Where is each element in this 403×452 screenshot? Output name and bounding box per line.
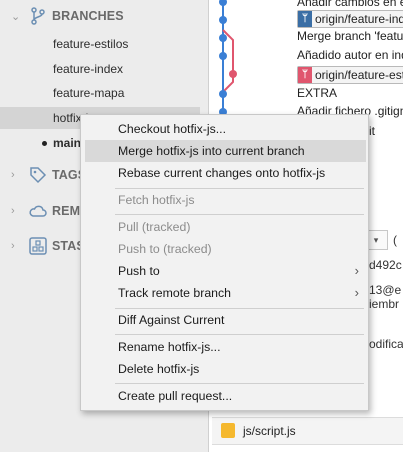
branch-item-feature-mapa[interactable]: feature-mapa <box>0 82 200 104</box>
menu-item-create-pr[interactable]: Create pull request... <box>85 385 366 407</box>
branch-item-feature-estilos[interactable]: feature-estilos <box>0 33 200 55</box>
commit-row[interactable]: Merge branch 'feature <box>209 26 403 46</box>
menu-item-label: Diff Against Current <box>118 313 225 327</box>
menu-item-checkout[interactable]: Checkout hotfix-js... <box>85 118 366 140</box>
branch-context-menu: Checkout hotfix-js... Merge hotfix-js in… <box>80 114 369 411</box>
submenu-arrow-icon: › <box>354 263 359 278</box>
submenu-arrow-icon: › <box>354 285 359 300</box>
author-email: 13@e <box>369 283 402 297</box>
remote-branch-label: origin/feature-estilos <box>315 68 403 82</box>
tag-icon <box>30 167 47 184</box>
file-list-item[interactable]: js/script.js <box>212 417 403 445</box>
branch-item-feature-index[interactable]: feature-index <box>0 58 200 80</box>
menu-item-label: Create pull request... <box>118 389 233 403</box>
commit-date: iembr <box>369 297 400 311</box>
menu-item-label: Delete hotfix-js <box>118 362 200 376</box>
remote-branch-icon: ᛘ <box>298 67 312 83</box>
menu-item-diff[interactable]: Diff Against Current <box>85 309 366 331</box>
commit-row[interactable]: ᛘ origin/feature-index <box>209 8 403 28</box>
menu-item-rebase[interactable]: Rebase current changes onto hotfix-js <box>85 162 366 184</box>
menu-item-label: Push to (tracked) <box>118 242 212 256</box>
branches-section-header[interactable]: ⌄ BRANCHES <box>0 3 208 29</box>
branch-label: feature-index <box>53 62 124 76</box>
commit-hash: d492c <box>369 258 402 272</box>
current-branch-dot <box>42 141 47 146</box>
menu-item-label: Rebase current changes onto hotfix-js <box>118 166 326 180</box>
commit-message: it <box>369 124 375 138</box>
file-name: js/script.js <box>243 424 296 438</box>
menu-separator <box>115 334 364 335</box>
menu-item-label: Rename hotfix-js... <box>118 340 221 354</box>
cloud-icon <box>29 205 47 217</box>
remote-branch-badge[interactable]: ᛘ origin/feature-estilos <box>297 66 403 84</box>
chevron-right-icon[interactable]: › <box>11 205 15 217</box>
menu-item-label: Merge hotfix-js into current branch <box>118 144 305 158</box>
menu-item-label: Push to <box>118 264 160 278</box>
modified-file-icon <box>221 423 235 438</box>
commit-message: EXTRA <box>297 86 338 100</box>
branch-icon <box>31 7 45 25</box>
stash-icon <box>29 237 47 255</box>
menu-item-track-remote[interactable]: Track remote branch › <box>85 282 366 304</box>
branch-label: main <box>53 136 82 150</box>
branch-label: feature-estilos <box>53 37 129 51</box>
commit-message: Añadido autor en index <box>297 48 403 62</box>
menu-item-fetch: Fetch hotfix-js <box>85 189 366 211</box>
menu-separator <box>115 383 364 384</box>
chevron-right-icon[interactable]: › <box>11 169 15 181</box>
menu-item-label: Fetch hotfix-js <box>118 193 195 207</box>
branch-label: feature-mapa <box>53 86 125 100</box>
menu-item-push-tracked: Push to (tracked) <box>85 238 366 260</box>
commit-row[interactable]: EXTRA <box>209 83 403 103</box>
details-dropdown-label: ( <box>393 233 397 247</box>
menu-item-label: Pull (tracked) <box>118 220 191 234</box>
menu-separator <box>115 214 364 215</box>
menu-item-pull: Pull (tracked) <box>85 216 366 238</box>
menu-item-label: Track remote branch <box>118 286 231 300</box>
menu-item-merge[interactable]: Merge hotfix-js into current branch <box>85 140 366 162</box>
modified-label: odifica <box>369 337 403 351</box>
remote-branch-icon: ᛘ <box>298 11 312 27</box>
menu-item-push-to[interactable]: Push to › <box>85 260 366 282</box>
chevron-right-icon[interactable]: › <box>11 240 15 252</box>
chevron-down-icon[interactable]: ⌄ <box>11 10 20 23</box>
branches-header-label: BRANCHES <box>52 9 124 23</box>
menu-item-rename[interactable]: Rename hotfix-js... <box>85 336 366 358</box>
menu-item-delete[interactable]: Delete hotfix-js <box>85 358 366 380</box>
menu-item-label: Checkout hotfix-js... <box>118 122 226 136</box>
commit-row[interactable]: ᛘ origin/feature-estilos <box>209 64 403 84</box>
commit-message: Merge branch 'feature <box>297 29 403 43</box>
commit-row[interactable]: Añadido autor en index <box>209 45 403 65</box>
